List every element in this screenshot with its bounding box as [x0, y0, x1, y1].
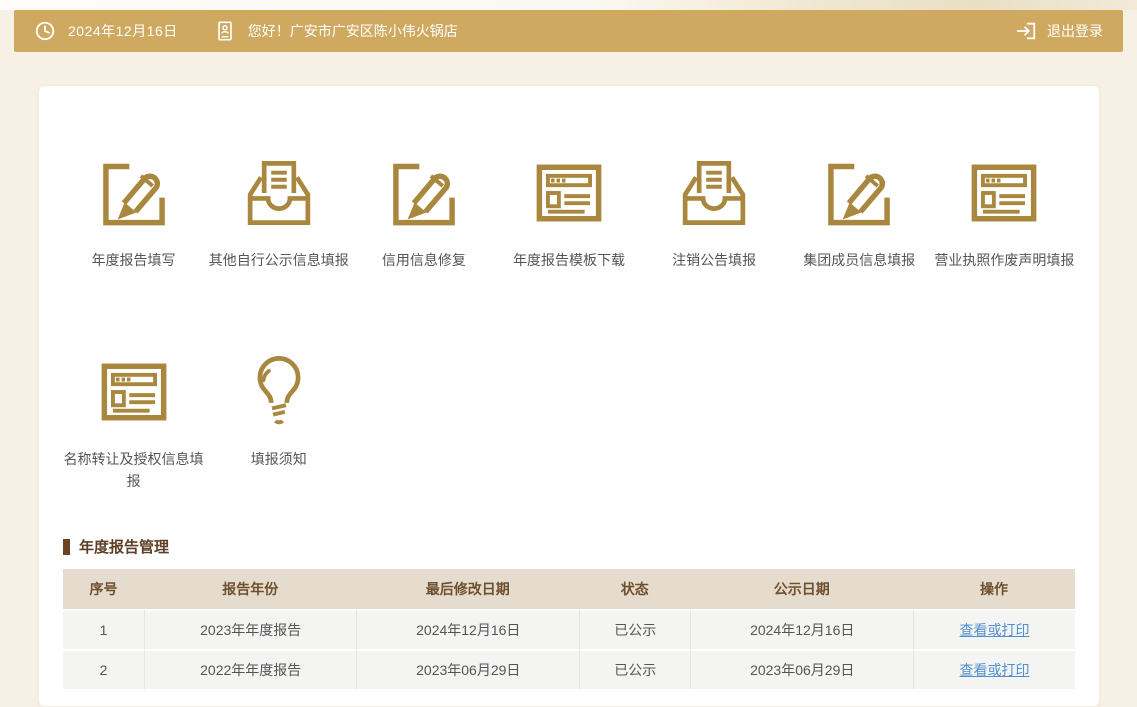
- page: 2024年12月16日 您好！广安市广安区陈小伟火锅店 退出登录 年度报告填写 …: [0, 0, 1137, 707]
- edit-pencil-icon: [385, 154, 463, 232]
- logout-icon: [1015, 20, 1037, 42]
- col-actions: 操作: [913, 569, 1075, 609]
- feature-label: 名称转让及授权信息填报: [61, 448, 206, 492]
- table-row: 1 2023年年度报告 2024年12月16日 已公示 2024年12月16日 …: [63, 609, 1075, 649]
- feature-filling-instructions[interactable]: 填报须知: [206, 353, 351, 492]
- col-last-modified: 最后修改日期: [356, 569, 579, 609]
- col-report-year: 报告年份: [144, 569, 357, 609]
- cell-seq: 2: [63, 649, 144, 689]
- feature-label: 年度报告填写: [61, 249, 206, 271]
- feature-annual-report-fill[interactable]: 年度报告填写: [61, 154, 206, 271]
- cell-actions: 查看或打印: [913, 649, 1075, 689]
- table-header-row: 序号 报告年份 最后修改日期 状态 公示日期 操作: [63, 569, 1075, 609]
- browser-template-icon: [95, 353, 173, 431]
- annual-report-table: 序号 报告年份 最后修改日期 状态 公示日期 操作 1 2023年年度报告 20…: [63, 569, 1075, 689]
- cell-report-year: 2022年年度报告: [144, 649, 357, 689]
- edit-pencil-icon: [820, 154, 898, 232]
- clock-icon: [34, 20, 56, 42]
- table-row: 2 2022年年度报告 2023年06月29日 已公示 2023年06月29日 …: [63, 649, 1075, 689]
- topbar-left: 2024年12月16日 您好！广安市广安区陈小伟火锅店: [34, 20, 458, 42]
- feature-label: 年度报告模板下载: [496, 249, 641, 271]
- feature-grid: 年度报告填写 其他自行公示信息填报 信用信息修复 年度报告模板下载 注销公告填报…: [39, 86, 1099, 492]
- cell-last-modified: 2023年06月29日: [356, 649, 579, 689]
- feature-label: 营业执照作废声明填报: [932, 249, 1077, 271]
- logout-button[interactable]: 退出登录: [1015, 20, 1103, 42]
- edit-pencil-icon: [95, 154, 173, 232]
- view-or-print-link[interactable]: 查看或打印: [960, 622, 1030, 638]
- cell-publish-date: 2023年06月29日: [690, 649, 913, 689]
- cell-actions: 查看或打印: [913, 609, 1075, 649]
- feature-label: 填报须知: [206, 448, 351, 470]
- annual-report-section: 年度报告管理 序号 报告年份 最后修改日期 状态 公示日期 操作: [63, 536, 1075, 689]
- feature-annual-report-template-download[interactable]: 年度报告模板下载: [496, 154, 641, 271]
- feature-credit-info-repair[interactable]: 信用信息修复: [351, 154, 496, 271]
- logout-label: 退出登录: [1047, 21, 1103, 41]
- feature-label: 集团成员信息填报: [787, 249, 932, 271]
- cell-status: 已公示: [579, 609, 690, 649]
- feature-name-transfer-authorization-fill[interactable]: 名称转让及授权信息填报: [61, 353, 206, 492]
- col-seq: 序号: [63, 569, 144, 609]
- cell-publish-date: 2024年12月16日: [690, 609, 913, 649]
- col-status: 状态: [579, 569, 690, 609]
- view-or-print-link[interactable]: 查看或打印: [960, 662, 1030, 678]
- feature-group-member-info-fill[interactable]: 集团成员信息填报: [787, 154, 932, 271]
- inbox-document-icon: [675, 154, 753, 232]
- feature-license-invalidation-declaration-fill[interactable]: 营业执照作废声明填报: [932, 154, 1077, 271]
- user-greeting: 您好！广安市广安区陈小伟火锅店: [248, 21, 458, 41]
- feature-label: 注销公告填报: [642, 249, 787, 271]
- id-badge-icon: [214, 20, 236, 42]
- section-title: 年度报告管理: [79, 536, 169, 557]
- topbar: 2024年12月16日 您好！广安市广安区陈小伟火锅店 退出登录: [14, 10, 1123, 52]
- main-card: 年度报告填写 其他自行公示信息填报 信用信息修复 年度报告模板下载 注销公告填报…: [38, 85, 1100, 707]
- lightbulb-icon: [240, 353, 318, 431]
- page-header-strip: [0, 0, 1137, 10]
- cell-report-year: 2023年年度报告: [144, 609, 357, 649]
- feature-deregistration-announcement-fill[interactable]: 注销公告填报: [642, 154, 787, 271]
- cell-status: 已公示: [579, 649, 690, 689]
- current-date: 2024年12月16日: [68, 21, 178, 41]
- section-bullet: [63, 539, 70, 555]
- browser-template-icon: [965, 154, 1043, 232]
- feature-label: 其他自行公示信息填报: [206, 249, 351, 271]
- cell-seq: 1: [63, 609, 144, 649]
- section-title-row: 年度报告管理: [63, 536, 1075, 557]
- cell-last-modified: 2024年12月16日: [356, 609, 579, 649]
- feature-other-self-disclosure-fill[interactable]: 其他自行公示信息填报: [206, 154, 351, 271]
- inbox-document-icon: [240, 154, 318, 232]
- col-publish-date: 公示日期: [690, 569, 913, 609]
- browser-template-icon: [530, 154, 608, 232]
- feature-label: 信用信息修复: [351, 249, 496, 271]
